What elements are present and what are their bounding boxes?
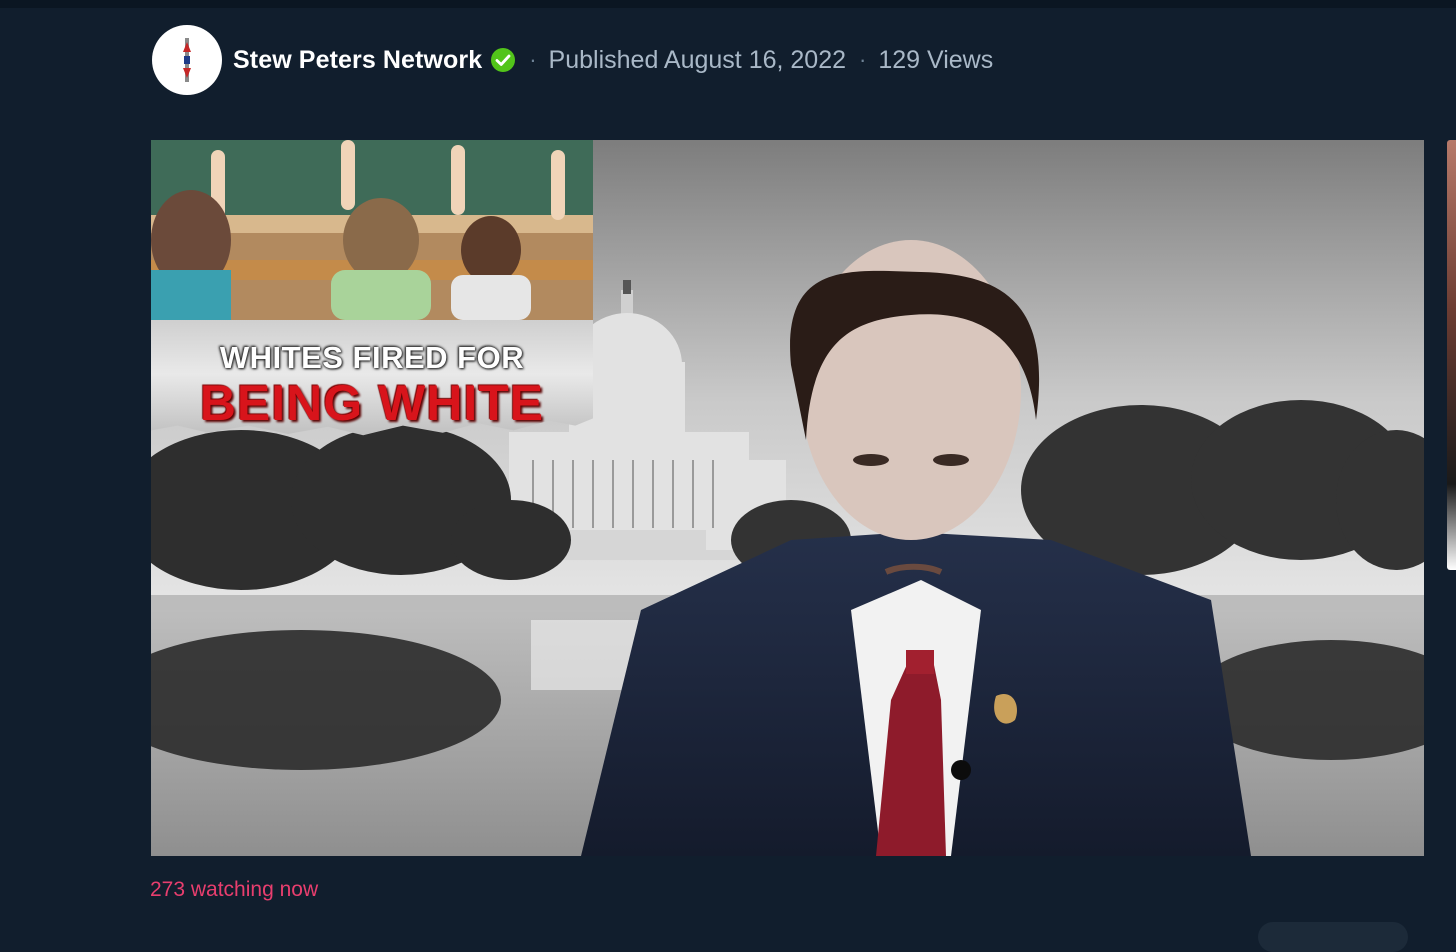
channel-name[interactable]: Stew Peters Network [233,46,482,75]
channel-avatar[interactable] [152,25,222,95]
channel-logo-icon [183,38,191,82]
meta-separator: · [529,47,537,72]
headline-line-1: WHITES FIRED FOR [219,340,525,375]
headline-line-2: BEING WHITE [199,375,545,431]
classroom-thumbnail [151,140,593,320]
live-viewer-count: 273 watching now [150,878,319,901]
next-video-thumbnail[interactable] [1447,140,1456,570]
video-header: Stew Peters Network · Published August 1… [152,24,993,96]
meta-separator: · [859,47,867,72]
video-player[interactable]: WHITES FIRED FOR BEING WHITE [151,140,1424,856]
view-count: 129 Views [878,45,994,74]
top-bar [0,0,1456,8]
publish-date: Published August 16, 2022 [548,45,847,74]
headline-banner: WHITES FIRED FOR BEING WHITE [151,320,593,436]
verified-check-icon [490,47,516,73]
action-button[interactable] [1258,922,1408,952]
